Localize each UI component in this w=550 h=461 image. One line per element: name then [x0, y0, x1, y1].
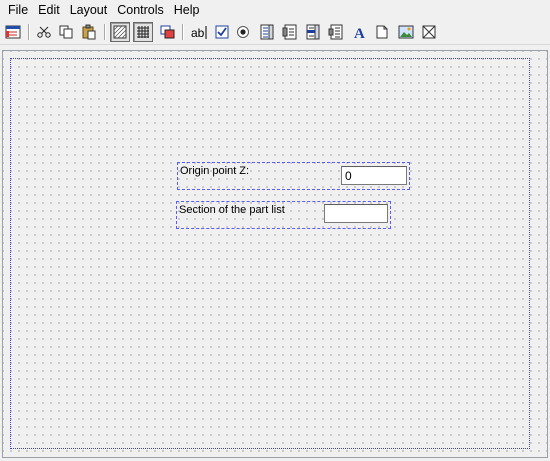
- combobox-tool-icon[interactable]: [280, 22, 300, 42]
- svg-text:ab: ab: [191, 26, 205, 40]
- listbox-tool-icon[interactable]: [257, 22, 277, 42]
- textbox-tool-icon[interactable]: ab: [189, 22, 209, 42]
- origin-point-z-label: Origin point Z:: [180, 165, 250, 177]
- bring-front-icon[interactable]: [157, 22, 177, 42]
- toolbar-separator: [182, 24, 184, 40]
- menu-controls[interactable]: Controls: [112, 0, 169, 20]
- copy-icon[interactable]: [56, 22, 76, 42]
- origin-point-z-input[interactable]: [341, 166, 407, 185]
- form-properties-icon[interactable]: [3, 22, 23, 42]
- picture-tool-icon[interactable]: [419, 22, 439, 42]
- frame-tool-icon[interactable]: [372, 22, 392, 42]
- paste-icon[interactable]: [79, 22, 99, 42]
- menubar: File Edit Layout Controls Help: [0, 0, 550, 20]
- label-tool-icon[interactable]: A: [350, 22, 370, 42]
- part-list-section-label: Section of the part list: [179, 204, 285, 216]
- image-tool-icon[interactable]: [396, 22, 416, 42]
- grid-show-icon[interactable]: [133, 22, 153, 42]
- menu-edit[interactable]: Edit: [33, 0, 65, 20]
- toolbar-separator: [104, 24, 106, 40]
- menu-layout[interactable]: Layout: [65, 0, 113, 20]
- spinner-tool-icon[interactable]: [326, 22, 346, 42]
- form-boundary: [10, 58, 530, 449]
- svg-text:A: A: [354, 26, 365, 40]
- menu-file[interactable]: File: [0, 0, 33, 20]
- grid-snap-icon[interactable]: [110, 22, 130, 42]
- radio-tool-icon[interactable]: [233, 22, 253, 42]
- cut-icon[interactable]: [34, 22, 54, 42]
- menu-help[interactable]: Help: [169, 0, 205, 20]
- part-list-section-input[interactable]: [324, 204, 388, 223]
- checkbox-tool-icon[interactable]: [212, 22, 232, 42]
- toolbar-separator: [28, 24, 30, 40]
- list-tool-icon[interactable]: [303, 22, 323, 42]
- toolbar: ab A: [0, 20, 550, 45]
